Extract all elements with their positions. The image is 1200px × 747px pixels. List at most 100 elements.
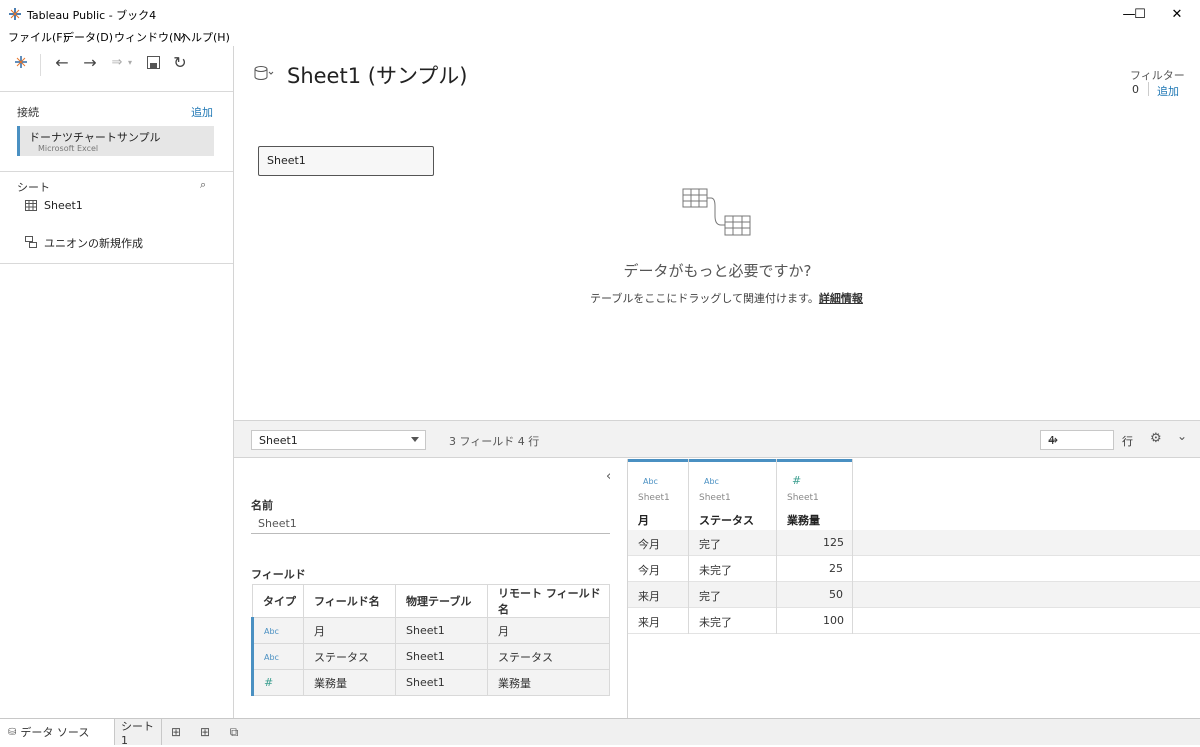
- field-name-cell[interactable]: ステータス: [303, 643, 396, 670]
- string-type-icon[interactable]: Abc: [264, 627, 279, 636]
- column-name: 業務量: [787, 514, 820, 527]
- filter-label: フィルター: [1130, 69, 1185, 82]
- fields-label: フィールド: [251, 568, 306, 581]
- column-header[interactable]: # Sheet1 業務量: [777, 459, 852, 529]
- learn-more-link[interactable]: 詳細情報: [819, 292, 863, 305]
- string-type-icon[interactable]: Abc: [643, 477, 658, 486]
- data-column-month[interactable]: Abc Sheet1 月: [628, 459, 689, 634]
- data-column-status[interactable]: Abc Sheet1 ステータス: [689, 459, 777, 634]
- string-type-icon[interactable]: Abc: [704, 477, 719, 486]
- need-more-data-text: テーブルをここにドラッグして関連付けます。詳細情報: [590, 290, 863, 306]
- menu-window[interactable]: ウィンドウ(N): [114, 29, 186, 45]
- forward-arrow-icon[interactable]: →: [80, 52, 100, 72]
- datasource-tab-icon: ⛁: [8, 726, 17, 738]
- column-header-field-name[interactable]: フィールド名: [303, 584, 396, 618]
- number-type-icon[interactable]: #: [264, 676, 273, 689]
- name-label: 名前: [251, 499, 273, 512]
- new-worksheet-icon[interactable]: ⊞: [166, 723, 186, 741]
- number-type-icon[interactable]: #: [792, 474, 801, 487]
- datasource-icon[interactable]: [254, 66, 274, 80]
- maximize-icon: ☐: [1134, 6, 1146, 22]
- union-icon: [25, 236, 37, 248]
- need-more-data-title: データがもっと必要ですか?: [623, 262, 812, 280]
- tab-data-source[interactable]: ⛁ データ ソース: [0, 719, 115, 745]
- metadata-pane: ‹ 名前 Sheet1 フィールド タイプ フィールド名 物理テーブル リモート…: [234, 459, 628, 718]
- new-story-icon[interactable]: ⧉: [224, 723, 244, 741]
- menu-data[interactable]: データ(D): [63, 29, 113, 45]
- table-row[interactable]: # 業務量 Sheet1 業務量: [251, 669, 610, 696]
- data-column-workload[interactable]: # Sheet1 業務量: [777, 459, 853, 634]
- sheet-item-label: Sheet1: [44, 199, 83, 212]
- toolbar: ← → ⇒ ▾ ↻: [0, 46, 233, 82]
- column-header[interactable]: Abc Sheet1 月: [628, 459, 688, 529]
- connection-name: ドーナツチャートサンプル: [29, 131, 161, 144]
- grid-toolbar: Sheet1 3 フィールド 4 行 4 → 行 ⚙ ⌄: [234, 420, 1200, 458]
- apply-arrow-icon[interactable]: →: [1048, 433, 1108, 447]
- drag-hint-text: テーブルをここにドラッグして関連付けます。: [590, 292, 819, 305]
- connection-item[interactable]: ドーナツチャートサンプル Microsoft Excel: [17, 126, 214, 156]
- filter-count: 0: [1132, 83, 1139, 96]
- remote-field-cell: ステータス: [487, 643, 610, 670]
- collapse-left-icon[interactable]: ‹: [606, 469, 611, 484]
- join-canvas: Sheet1 (サンプル) フィルター 0 追加 Sheet1 データがもっと必…: [235, 46, 1200, 420]
- search-icon[interactable]: ⌕: [200, 178, 206, 192]
- filter-divider: [1148, 82, 1149, 96]
- string-type-icon[interactable]: Abc: [264, 653, 279, 662]
- canvas-table-label: Sheet1: [267, 154, 306, 167]
- tableau-logo-icon: [9, 8, 21, 20]
- datasource-title[interactable]: Sheet1 (サンプル): [287, 60, 468, 90]
- tab-sheet-1-label: シート 1: [121, 719, 154, 747]
- table-select[interactable]: Sheet1: [251, 430, 426, 450]
- menu-file[interactable]: ファイル(F): [8, 29, 67, 45]
- column-name: ステータス: [699, 514, 754, 527]
- fields-header-row: タイプ フィールド名 物理テーブル リモート フィールド名: [252, 584, 610, 618]
- name-field[interactable]: Sheet1: [251, 512, 610, 534]
- table-icon: [25, 200, 37, 211]
- column-header[interactable]: Abc Sheet1 ステータス: [689, 459, 776, 529]
- refresh-icon[interactable]: ↻: [170, 52, 190, 72]
- divider: [0, 263, 233, 264]
- gear-icon[interactable]: ⚙: [1150, 431, 1162, 446]
- tab-data-source-label: データ ソース: [20, 726, 90, 739]
- tableau-home-icon[interactable]: [11, 52, 31, 72]
- close-button[interactable]: ✕: [1154, 0, 1200, 28]
- data-grid: 今月 完了 125 今月 未完了 25 来月 完了 50 来月 未完了 100 …: [628, 459, 1200, 718]
- physical-table-cell: Sheet1: [395, 643, 488, 670]
- add-filter-link[interactable]: 追加: [1157, 83, 1179, 99]
- column-source-table: Sheet1: [699, 493, 731, 503]
- save-icon[interactable]: [143, 52, 163, 72]
- tab-sheet-1[interactable]: シート 1: [115, 719, 162, 747]
- field-name-cell[interactable]: 業務量: [303, 669, 396, 696]
- add-connection-link[interactable]: 追加: [191, 104, 213, 120]
- data-source-pane: ← → ⇒ ▾ ↻ 接続 追加 ドーナツチャートサンプル Microsoft E…: [0, 46, 234, 718]
- column-header-physical-table[interactable]: 物理テーブル: [395, 584, 488, 618]
- table-row[interactable]: Abc ステータス Sheet1 ステータス: [251, 643, 610, 670]
- canvas-table-sheet1[interactable]: Sheet1: [258, 146, 434, 176]
- new-union-label: ユニオンの新規作成: [44, 237, 143, 250]
- column-header-remote-field[interactable]: リモート フィールド名: [487, 584, 610, 618]
- collapse-chevron-icon[interactable]: ⌄: [1177, 429, 1187, 443]
- divider: [0, 171, 233, 172]
- physical-table-cell: Sheet1: [395, 617, 488, 644]
- table-select-value: Sheet1: [259, 434, 298, 447]
- menu-help[interactable]: ヘルプ(H): [180, 29, 230, 45]
- toolbar-divider: [40, 54, 41, 76]
- column-header-type[interactable]: タイプ: [252, 584, 304, 618]
- rows-label: 行: [1122, 435, 1133, 448]
- physical-table-cell: Sheet1: [395, 669, 488, 696]
- column-source-table: Sheet1: [787, 493, 819, 503]
- remote-field-cell: 業務量: [487, 669, 610, 696]
- title-bar: Tableau Public - ブック4 — ☐ ✕: [0, 0, 1200, 28]
- sheets-label: シート: [17, 181, 50, 194]
- redo-dropdown-icon[interactable]: ▾: [124, 52, 136, 72]
- column-source-table: Sheet1: [638, 493, 670, 503]
- join-tables-icon: [682, 188, 751, 236]
- sheet-tab-bar: ⛁ データ ソース シート 1 ⊞ ⊞ ⧉: [0, 718, 1200, 747]
- window-title: Tableau Public - ブック4: [27, 9, 157, 22]
- field-name-cell[interactable]: 月: [303, 617, 396, 644]
- connections-label: 接続: [17, 106, 39, 119]
- table-row[interactable]: Abc 月 Sheet1 月: [251, 617, 610, 644]
- rows-input[interactable]: 4 →: [1040, 430, 1114, 450]
- new-dashboard-icon[interactable]: ⊞: [195, 723, 215, 741]
- back-arrow-icon[interactable]: ←: [52, 52, 72, 72]
